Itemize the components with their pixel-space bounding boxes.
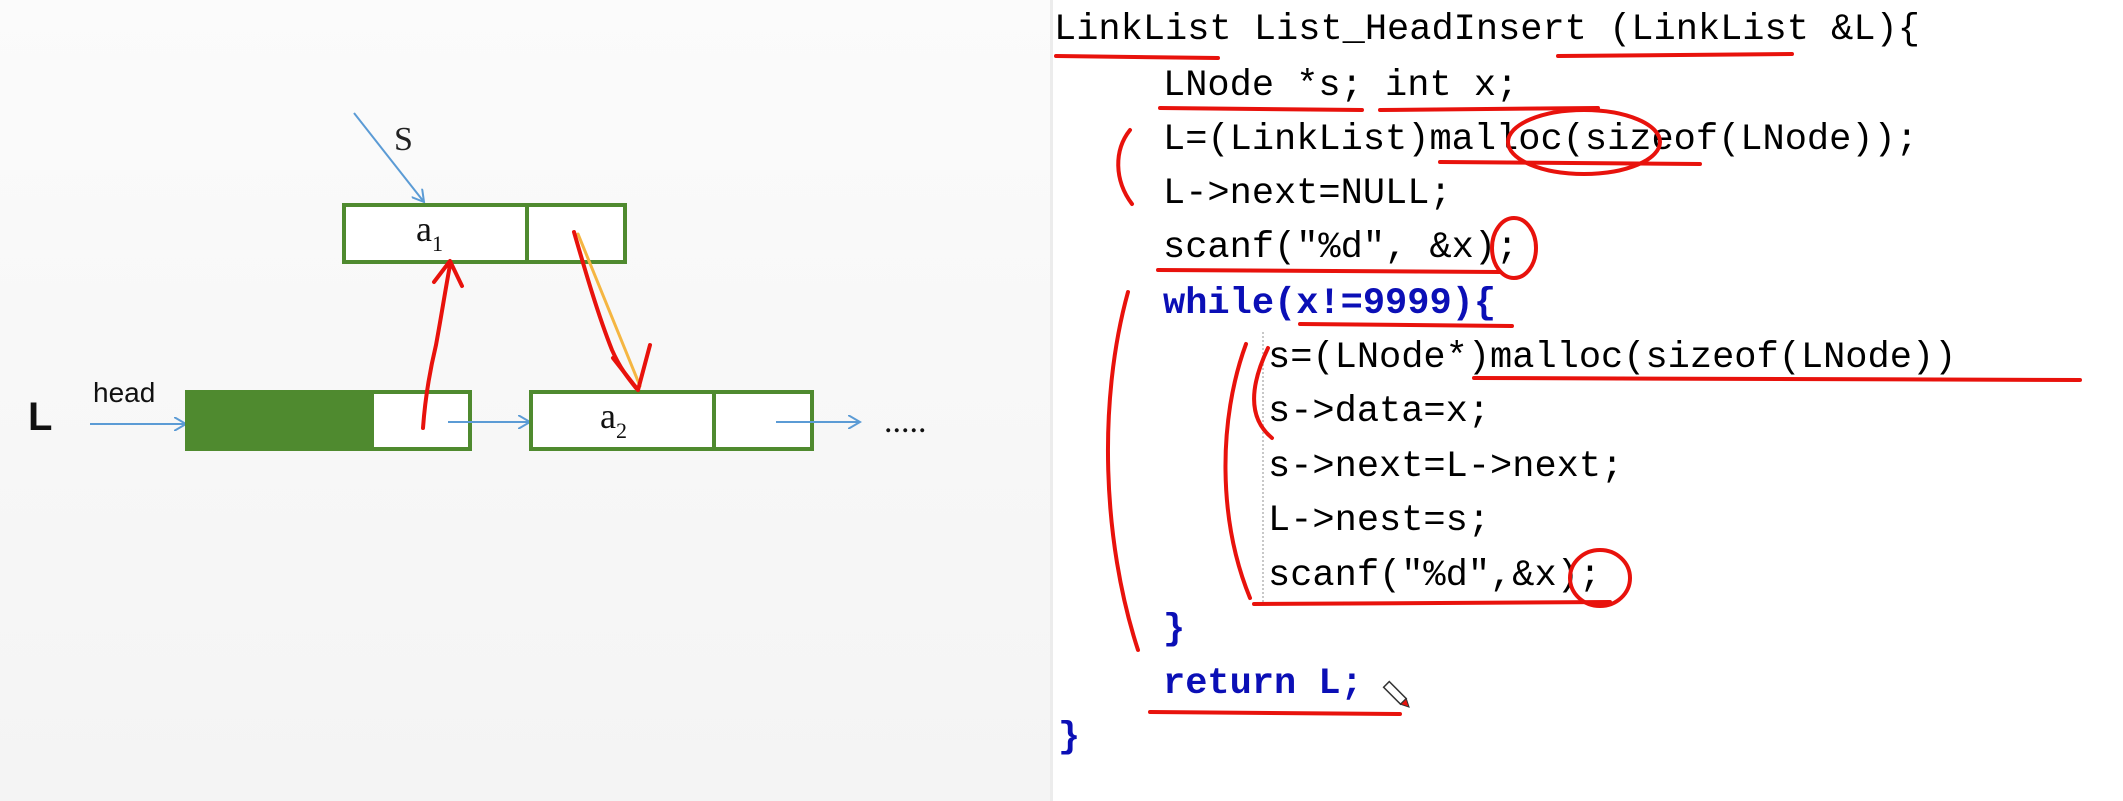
underline-malloc	[1438, 160, 1702, 166]
circle-address-x-2	[1568, 548, 1632, 608]
underline-scanf-1	[1156, 268, 1502, 274]
underline-loop-malloc	[1472, 376, 2082, 382]
underline-while-cond	[1298, 322, 1514, 328]
s-pointer-label: S	[394, 121, 413, 158]
s-pointer-arrow	[353, 112, 424, 202]
node-a2-sub: 2	[616, 418, 627, 443]
list-label: L	[28, 395, 52, 439]
diagram-panel: S a1 L head a2 .....	[0, 0, 1050, 801]
head-label: head	[93, 377, 155, 408]
underline-return	[1148, 710, 1402, 716]
node-a2-base: a	[600, 396, 616, 436]
code-annotations	[1054, 52, 2082, 716]
bracket-loop-body-inner	[1252, 346, 1274, 440]
list-ellipsis: .....	[884, 403, 927, 440]
underline-param	[1556, 52, 1794, 58]
bracket-while-block	[1105, 290, 1140, 652]
code-panel: LinkList List_HeadInsert (LinkList &L){ …	[1050, 0, 2123, 801]
node-a2-next-cell	[712, 390, 814, 451]
bracket-loop-body	[1223, 342, 1252, 600]
linked-list-diagram: S a1 L head a2 .....	[28, 112, 927, 451]
bracket-malloc-block	[1116, 128, 1134, 206]
underline-decl-lnode	[1158, 106, 1364, 112]
node-a1-base: a	[416, 209, 432, 249]
underline-loop-scanf	[1252, 600, 1612, 606]
head-node-next-cell	[370, 390, 472, 451]
head-node-data-cell	[185, 390, 374, 451]
circle-address-x-1	[1490, 216, 1538, 280]
underline-return-type	[1054, 54, 1220, 60]
pen-cursor-icon	[1382, 680, 1410, 708]
node-a1-sub: 1	[432, 231, 443, 256]
